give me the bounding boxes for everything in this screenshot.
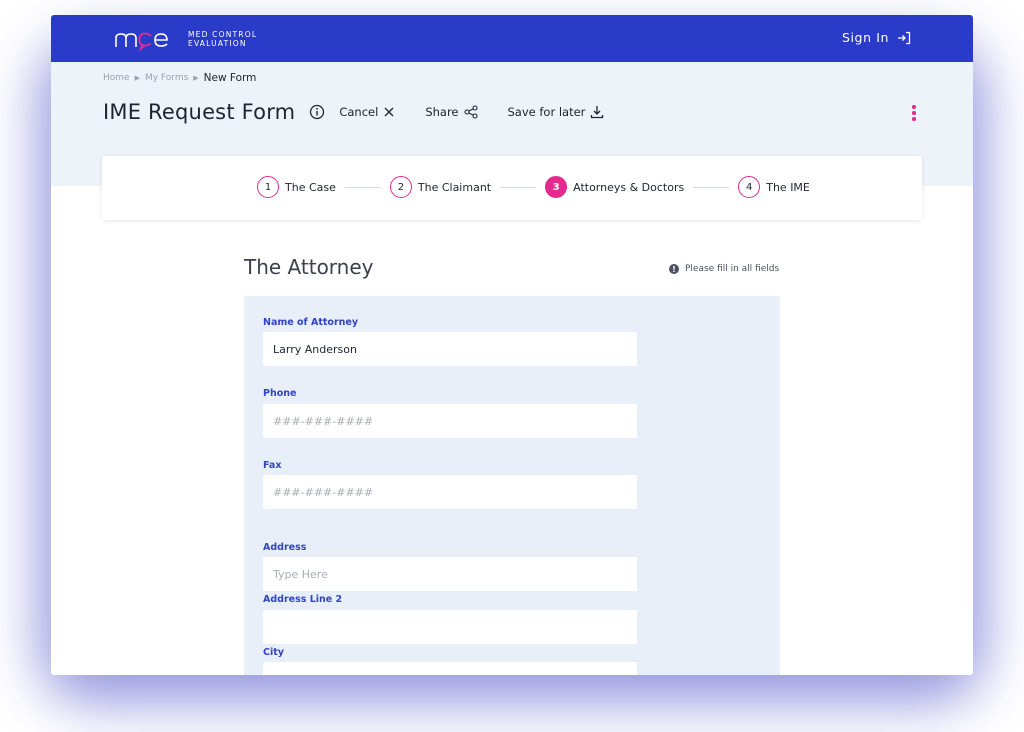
fax-input[interactable] [263, 475, 637, 509]
brand-logo[interactable]: MED CONTROL EVALUATION [114, 25, 257, 53]
address-line2-input[interactable] [263, 610, 637, 644]
breadcrumb-current: New Form [203, 72, 257, 84]
step-the-case[interactable]: 1 The Case [257, 176, 336, 198]
step-connector [693, 186, 730, 188]
logo-mark [114, 25, 180, 53]
section-title: The Attorney [244, 255, 374, 279]
breadcrumb-home[interactable]: Home [103, 73, 130, 83]
brand-name: MED CONTROL EVALUATION [188, 30, 257, 48]
cancel-label: Cancel [339, 105, 379, 119]
address-label: Address [263, 542, 307, 553]
save-for-later-label: Save for later [507, 105, 586, 119]
sign-in-icon [898, 31, 911, 44]
step-number: 1 [257, 176, 279, 198]
step-the-ime[interactable]: 4 The IME [738, 176, 810, 198]
top-navbar: MED CONTROL EVALUATION Sign In [51, 15, 973, 62]
step-label: Attorneys & Doctors [573, 180, 685, 194]
breadcrumb-separator-icon: ▶ [193, 74, 199, 82]
required-note-text: Please fill in all fields [685, 264, 780, 274]
step-label: The IME [766, 180, 810, 194]
address-input[interactable] [263, 557, 637, 591]
phone-input[interactable] [263, 404, 637, 438]
title-row: IME Request Form Cancel Share Save for l… [103, 100, 604, 124]
attorney-form: Name of Attorney Phone Fax Address Addre… [244, 296, 780, 675]
phone-label: Phone [263, 388, 297, 399]
step-the-claimant[interactable]: 2 The Claimant [389, 176, 492, 198]
step-label: The Claimant [417, 180, 492, 194]
step-label: The Case [285, 180, 336, 194]
share-icon [463, 105, 478, 119]
app-window: MED CONTROL EVALUATION Sign In Home ▶ My… [51, 15, 973, 675]
city-label: City [263, 647, 284, 658]
alert-icon: ! [669, 264, 679, 274]
share-label: Share [425, 105, 459, 119]
brand-name-line2: EVALUATION [188, 39, 247, 48]
fax-label: Fax [263, 460, 282, 471]
breadcrumb-separator-icon: ▶ [134, 74, 140, 82]
info-icon[interactable] [309, 104, 325, 120]
step-connector [344, 186, 381, 188]
breadcrumb-my-forms[interactable]: My Forms [145, 73, 188, 83]
download-icon [591, 106, 604, 119]
step-connector [500, 186, 537, 188]
progress-stepper: 1 The Case 2 The Claimant 3 Attorneys & … [102, 156, 922, 220]
page-title: IME Request Form [103, 100, 296, 124]
step-number: 4 [738, 176, 761, 198]
required-note: ! Please fill in all fields [669, 264, 779, 274]
share-button[interactable]: Share [425, 105, 478, 119]
sign-in-button[interactable]: Sign In [842, 30, 911, 45]
sign-in-label: Sign In [841, 30, 889, 45]
step-number: 3 [545, 176, 568, 198]
step-attorneys-doctors[interactable]: 3 Attorneys & Doctors [545, 176, 684, 198]
breadcrumb: Home ▶ My Forms ▶ New Form [103, 72, 256, 84]
brand-name-line1: MED CONTROL [188, 30, 258, 39]
attorney-name-label: Name of Attorney [263, 317, 359, 328]
city-input[interactable] [263, 662, 637, 675]
close-icon [384, 107, 394, 117]
save-for-later-button[interactable]: Save for later [508, 105, 605, 119]
address-line2-label: Address Line 2 [263, 594, 343, 605]
stepper-track: 1 The Case 2 The Claimant 3 Attorneys & … [257, 176, 810, 198]
more-vertical-icon[interactable] [911, 105, 917, 125]
attorney-name-input[interactable] [263, 332, 637, 366]
cancel-button[interactable]: Cancel [339, 105, 395, 119]
step-number: 2 [389, 176, 412, 198]
